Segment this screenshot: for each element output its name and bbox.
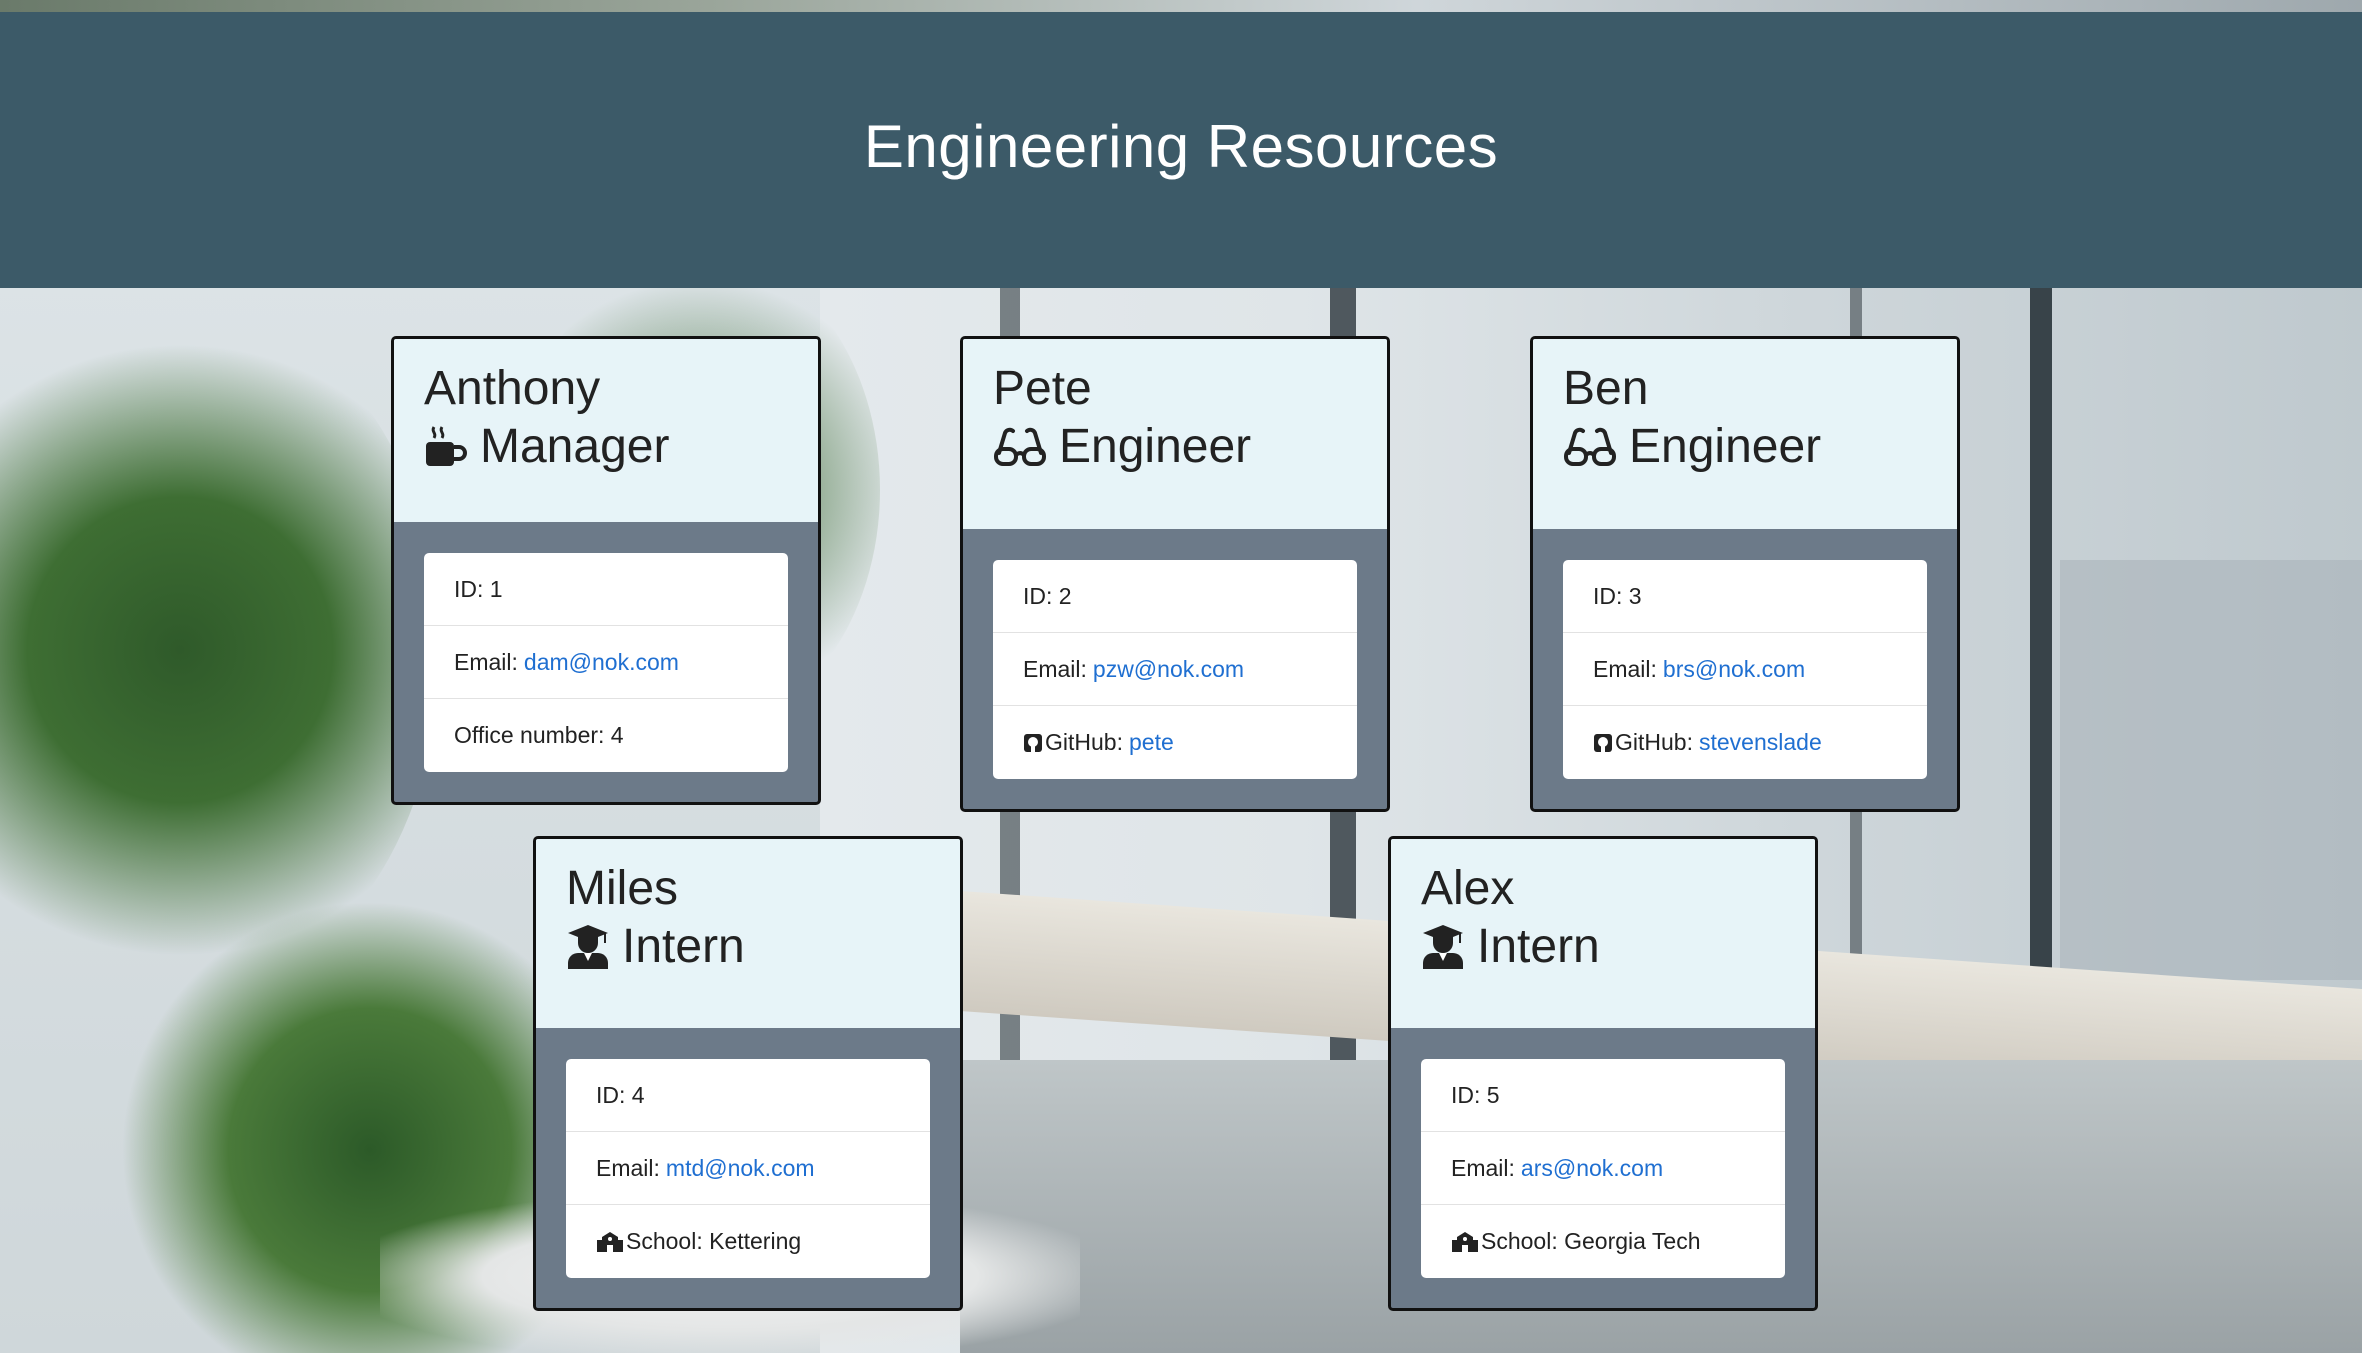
id-row: ID: 4 [566, 1059, 930, 1132]
role-label: Engineer [1059, 420, 1252, 473]
email-row: Email: pzw@nok.com [993, 633, 1357, 706]
info-list: ID: 3 Email: brs@nok.com GitHub: stevens… [1563, 560, 1927, 779]
id-row: ID: 1 [424, 553, 788, 626]
github-row: GitHub: pete [993, 706, 1357, 779]
employee-name: Miles [566, 862, 679, 915]
info-list: ID: 2 Email: pzw@nok.com GitHub: pete [993, 560, 1357, 779]
page-header: Engineering Resources [0, 12, 2362, 288]
info-list: ID: 5 Email: ars@nok.com School: Georgia… [1421, 1059, 1785, 1278]
id-text: ID: 4 [596, 1081, 645, 1108]
coffee-icon [426, 426, 467, 466]
employee-role: Intern [566, 917, 930, 977]
email-row: Email: brs@nok.com [1563, 633, 1927, 706]
email-link[interactable]: brs@nok.com [1663, 656, 1805, 683]
card-body: ID: 2 Email: pzw@nok.com GitHub: pete [963, 530, 1387, 809]
employee-card: Anthony Manager ID: 1 Email: dam@nok.com… [391, 336, 821, 805]
info-list: ID: 4 Email: mtd@nok.com School: Ketteri… [566, 1059, 930, 1278]
glasses-icon [1564, 427, 1616, 466]
office-number-row: Office number: 4 [424, 699, 788, 772]
top-image-strip [0, 0, 2362, 12]
card-header: Pete Engineer [963, 339, 1387, 530]
card-header: Anthony Manager [394, 339, 818, 523]
role-label: Intern [1477, 920, 1600, 973]
github-icon [1023, 733, 1043, 753]
office-number-text: Office number: 4 [454, 722, 624, 748]
github-icon [1593, 733, 1613, 753]
graduate-icon [568, 925, 608, 969]
card-body: ID: 1 Email: dam@nok.com Office number: … [394, 523, 818, 802]
page-title: Engineering Resources [863, 112, 1499, 180]
card-header: Miles Intern [536, 839, 960, 1029]
email-label: Email: [1593, 655, 1657, 682]
github-label: GitHub: [1615, 729, 1693, 755]
card-header: Alex Intern [1391, 839, 1815, 1029]
card-header: Ben Engineer [1533, 339, 1957, 530]
email-label: Email: [596, 1154, 660, 1181]
github-label: GitHub: [1045, 729, 1123, 755]
github-link[interactable]: pete [1129, 729, 1174, 756]
email-label: Email: [1023, 655, 1087, 682]
school-text: School: Kettering [626, 1228, 802, 1254]
employee-role: Engineer [1563, 417, 1927, 477]
employee-role: Manager [424, 417, 788, 477]
email-row: Email: ars@nok.com [1421, 1132, 1785, 1205]
id-row: ID: 5 [1421, 1059, 1785, 1132]
employee-card: Miles Intern ID: 4 Email: mtd@nok.com Sc… [533, 836, 963, 1311]
card-body: ID: 4 Email: mtd@nok.com School: Ketteri… [536, 1029, 960, 1308]
school-icon [596, 1231, 624, 1253]
school-text: School: Georgia Tech [1481, 1228, 1701, 1254]
card-body: ID: 3 Email: brs@nok.com GitHub: stevens… [1533, 530, 1957, 809]
role-label: Engineer [1629, 420, 1822, 473]
id-text: ID: 3 [1593, 582, 1642, 609]
id-text: ID: 2 [1023, 582, 1072, 609]
card-body: ID: 5 Email: ars@nok.com School: Georgia… [1391, 1029, 1815, 1308]
employee-card: Pete Engineer ID: 2 Email: pzw@nok.com G… [960, 336, 1390, 812]
email-row: Email: mtd@nok.com [566, 1132, 930, 1205]
id-text: ID: 1 [454, 575, 503, 602]
employee-name: Anthony [424, 362, 601, 415]
employee-card: Ben Engineer ID: 3 Email: brs@nok.com Gi… [1530, 336, 1960, 812]
info-list: ID: 1 Email: dam@nok.com Office number: … [424, 553, 788, 772]
glasses-icon [994, 427, 1046, 466]
github-link[interactable]: stevenslade [1699, 729, 1822, 756]
school-row: School: Georgia Tech [1421, 1205, 1785, 1278]
email-label: Email: [1451, 1154, 1515, 1181]
email-link[interactable]: ars@nok.com [1521, 1155, 1663, 1182]
graduate-icon [1423, 925, 1463, 969]
email-link[interactable]: pzw@nok.com [1093, 656, 1244, 683]
employee-role: Intern [1421, 917, 1785, 977]
employee-role: Engineer [993, 417, 1357, 477]
email-label: Email: [454, 648, 518, 675]
employee-card: Alex Intern ID: 5 Email: ars@nok.com Sch… [1388, 836, 1818, 1311]
id-row: ID: 3 [1563, 560, 1927, 633]
role-label: Intern [622, 920, 745, 973]
employee-name: Pete [993, 362, 1092, 415]
role-label: Manager [480, 420, 670, 473]
id-row: ID: 2 [993, 560, 1357, 633]
id-text: ID: 5 [1451, 1081, 1500, 1108]
email-link[interactable]: dam@nok.com [524, 649, 679, 676]
email-row: Email: dam@nok.com [424, 626, 788, 699]
email-link[interactable]: mtd@nok.com [666, 1155, 815, 1182]
school-icon [1451, 1231, 1479, 1253]
school-row: School: Kettering [566, 1205, 930, 1278]
github-row: GitHub: stevenslade [1563, 706, 1927, 779]
employee-name: Alex [1421, 862, 1515, 915]
employee-name: Ben [1563, 362, 1649, 415]
